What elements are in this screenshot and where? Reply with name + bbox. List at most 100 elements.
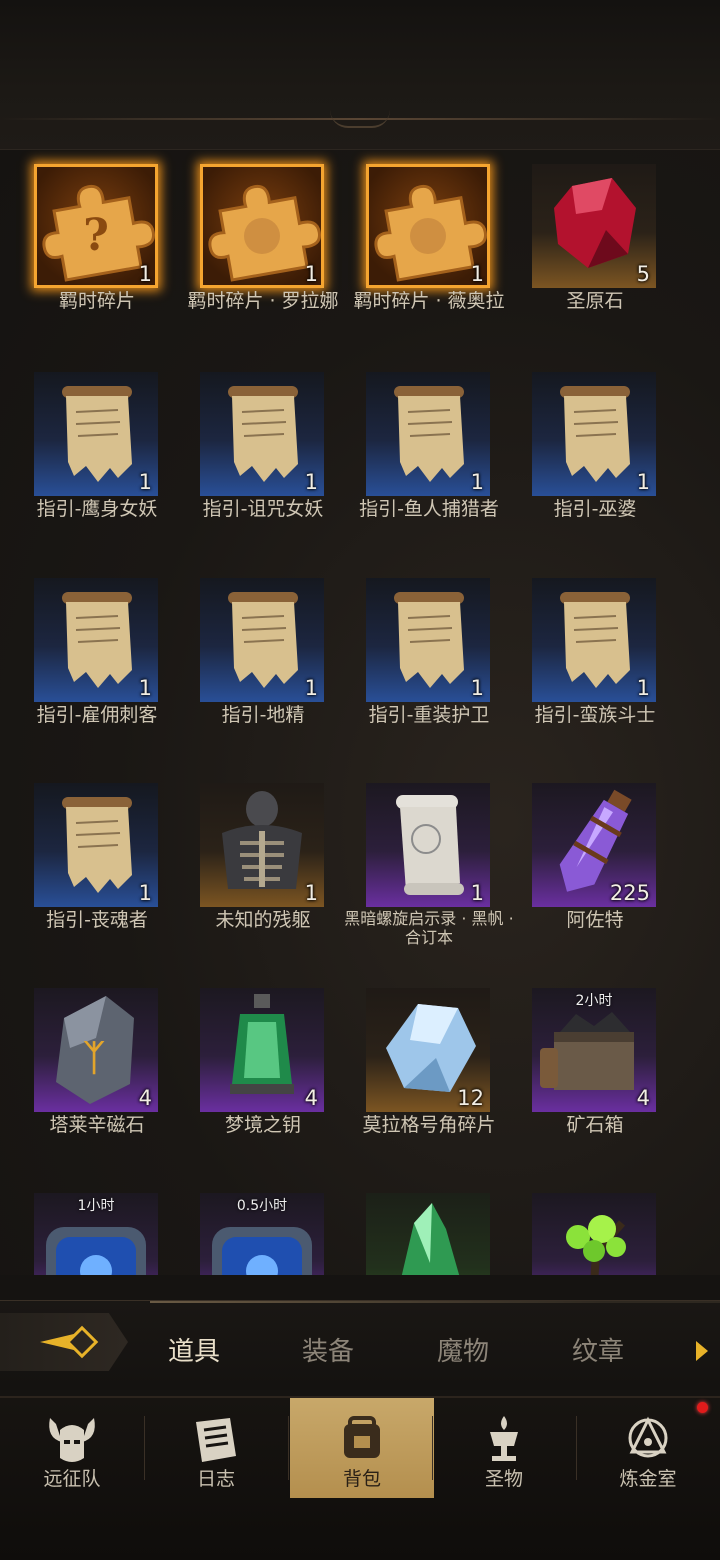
item-count: 225	[609, 881, 650, 905]
nav-relics-label: 圣物	[484, 1468, 523, 1490]
frame-ornament-arch	[330, 110, 390, 128]
item-slot[interactable]	[532, 1193, 656, 1275]
inventory-item[interactable]: 1小时	[14, 1179, 180, 1275]
item-slot[interactable]: 5	[532, 164, 656, 288]
inventory-item[interactable]: 1 指引-丧魂者	[14, 769, 180, 959]
inventory-item[interactable]: ᛉ 4 塔莱辛磁石	[14, 974, 180, 1164]
item-name: 羁时碎片 · 罗拉娜	[187, 290, 339, 312]
nav-expedition[interactable]: 远征队	[0, 1398, 144, 1498]
item-name: 莫拉格号角碎片	[362, 1114, 496, 1136]
inventory-item[interactable]: 1 指引-蛮族斗士	[512, 564, 678, 754]
item-slot[interactable]: 1小时	[34, 1193, 158, 1275]
horned-helmet-icon	[49, 1418, 95, 1462]
inventory-item[interactable]: 1 指引-诅咒女妖	[180, 358, 346, 548]
item-name: 圣原石	[566, 290, 624, 312]
inventory-item[interactable]: 1 指引-地精	[180, 564, 346, 754]
item-slot[interactable]: 1	[34, 783, 158, 907]
item-name: 指引-鱼人捕猎者	[359, 498, 499, 520]
nav-backpack[interactable]: 背包	[290, 1398, 434, 1498]
item-count: 1	[138, 881, 152, 905]
item-slot[interactable]: 12	[366, 988, 490, 1112]
nav-expedition-label: 远征队	[43, 1468, 101, 1490]
arrow-emblem-icon	[40, 1325, 99, 1359]
item-count: 1	[470, 676, 484, 700]
tab-scroll-right-arrow-icon[interactable]	[696, 1341, 708, 1361]
inventory-item[interactable]	[512, 1179, 678, 1275]
journal-icon	[196, 1418, 236, 1462]
inventory-item[interactable]: ? 1 羁时碎片	[14, 150, 180, 340]
tab-monsters[interactable]: 魔物	[437, 1331, 489, 1368]
item-slot[interactable]: ᛉ4	[34, 988, 158, 1112]
item-count: 1	[304, 881, 318, 905]
item-slot[interactable]: 1	[34, 372, 158, 496]
item-slot[interactable]: 1	[366, 372, 490, 496]
item-slot[interactable]: 2小时 4	[532, 988, 656, 1112]
item-slot[interactable]: 1	[532, 372, 656, 496]
item-slot[interactable]	[366, 1193, 490, 1275]
item-slot[interactable]: 4	[200, 988, 324, 1112]
item-count: 1	[636, 470, 650, 494]
inventory-item[interactable]: 1 指引-雇佣刺客	[14, 564, 180, 754]
item-slot[interactable]: 1	[366, 164, 490, 288]
green-spore-icon	[566, 1215, 626, 1275]
tab-items[interactable]: 道具	[168, 1331, 220, 1368]
item-slot[interactable]: 1	[200, 578, 324, 702]
svg-text:?: ?	[83, 210, 109, 261]
item-timer: 0.5小时	[236, 1198, 288, 1214]
tab-emblems[interactable]: 纹章	[572, 1331, 624, 1368]
item-name: 黑暗螺旋启示录 · 黑帆 · 合订本	[344, 909, 514, 947]
item-name: 梦境之钥	[224, 1114, 301, 1136]
item-count: 1	[138, 470, 152, 494]
top-frame	[0, 0, 720, 150]
inventory-item[interactable]: 1 指引-鱼人捕猎者	[346, 358, 512, 548]
svg-text:ᛉ: ᛉ	[83, 1037, 105, 1079]
inventory-item[interactable]: 1 指引-重装护卫	[346, 564, 512, 754]
inventory-item[interactable]: 2小时 4 矿石箱	[512, 974, 678, 1164]
inventory-item[interactable]: 1 羁时碎片 · 薇奥拉	[346, 150, 512, 340]
inventory-item[interactable]: 0.5小时	[180, 1179, 346, 1275]
item-name: 阿佐特	[566, 909, 624, 931]
inventory-item[interactable]: 1 黑暗螺旋启示录 · 黑帆 · 合订本	[344, 769, 514, 959]
tab-equipment[interactable]: 装备	[302, 1331, 354, 1368]
item-slot[interactable]: 1	[532, 578, 656, 702]
nav-alchemy[interactable]: 炼金室	[576, 1398, 720, 1498]
item-slot[interactable]: 1	[366, 578, 490, 702]
nav-divider	[288, 1416, 289, 1480]
item-name: 指引-巫婆	[553, 498, 637, 520]
nav-journal[interactable]: 日志	[144, 1398, 288, 1498]
item-slot[interactable]: 1	[34, 578, 158, 702]
inventory-item[interactable]: 1 指引-巫婆	[512, 358, 678, 548]
item-slot[interactable]: 1	[200, 783, 324, 907]
item-slot[interactable]: 225	[532, 783, 656, 907]
item-slot[interactable]: 1	[200, 164, 324, 288]
nav-backpack-label: 背包	[342, 1468, 381, 1490]
inventory-item[interactable]: 4 梦境之钥	[180, 974, 346, 1164]
item-count: 1	[470, 262, 484, 286]
inventory-grid: ? 1 羁时碎片 1 羁时碎片 · 罗拉娜 1 羁时碎片 · 薇奥拉 5 圣原石 1 指引-鹰身女妖…	[0, 150, 720, 1275]
item-slot[interactable]: 0.5小时	[200, 1193, 324, 1275]
inventory-item[interactable]: 5 圣原石	[512, 150, 678, 340]
tab-scroll-left-button[interactable]	[0, 1313, 128, 1371]
item-count: 1	[304, 676, 318, 700]
nav-relics[interactable]: 圣物	[432, 1398, 576, 1498]
item-name: 指引-鹰身女妖	[36, 498, 158, 520]
item-name: 羁时碎片	[58, 290, 135, 312]
inventory-item[interactable]: 1 指引-鹰身女妖	[14, 358, 180, 548]
inventory-item[interactable]: 12 莫拉格号角碎片	[346, 974, 512, 1164]
green-crystal-icon	[401, 1203, 460, 1275]
item-slot[interactable]: 1	[200, 372, 324, 496]
item-slot[interactable]: ? 1	[34, 164, 158, 288]
nav-alchemy-label: 炼金室	[619, 1468, 677, 1490]
category-tab-bar: 道具 装备 魔物 纹章	[0, 1300, 720, 1390]
item-count: 1	[470, 470, 484, 494]
notification-dot	[697, 1402, 708, 1413]
inventory-item[interactable]: 1 羁时碎片 · 罗拉娜	[180, 150, 346, 340]
inventory-item[interactable]: 1 未知的残躯	[180, 769, 346, 959]
item-name: 指引-诅咒女妖	[202, 498, 324, 520]
item-slot[interactable]: 1	[366, 783, 490, 907]
item-count: 4	[304, 1086, 318, 1110]
inventory-item[interactable]: 225 阿佐特	[512, 769, 678, 959]
inventory-item[interactable]	[346, 1179, 512, 1275]
item-count: 1	[304, 262, 318, 286]
chalice-icon	[490, 1416, 518, 1461]
